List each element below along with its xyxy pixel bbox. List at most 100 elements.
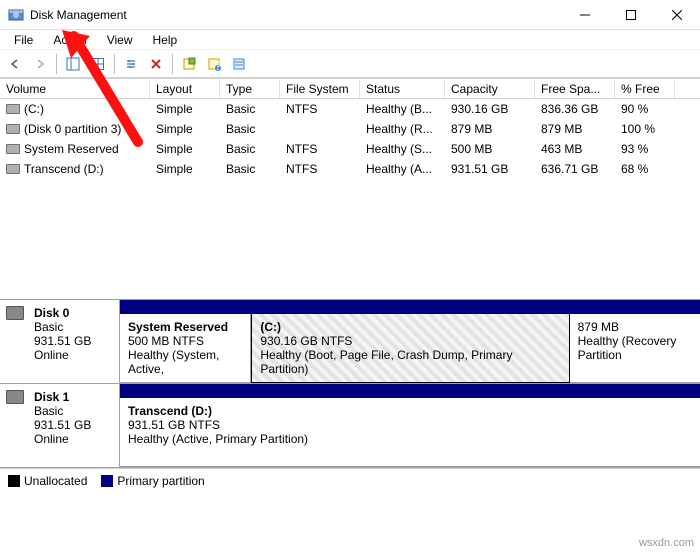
partition-size: 931.51 GB NTFS (128, 418, 692, 432)
disk-header[interactable]: Disk 0 Basic 931.51 GB Online (0, 300, 120, 383)
cell-status: Healthy (B... (360, 101, 445, 117)
partition-status: Healthy (Boot, Page File, Crash Dump, Pr… (260, 348, 560, 376)
show-hide-tree-button[interactable] (62, 53, 84, 75)
col-fs[interactable]: File System (280, 80, 360, 98)
partition-title: System Reserved (128, 320, 242, 334)
legend: Unallocated Primary partition (0, 468, 700, 492)
close-button[interactable] (654, 0, 700, 30)
table-row[interactable]: (C:) Simple Basic NTFS Healthy (B... 930… (0, 99, 700, 119)
cell-capacity: 879 MB (445, 121, 535, 137)
cell-status: Healthy (R... (360, 121, 445, 137)
cell-type: Basic (220, 141, 280, 157)
delete-button[interactable] (145, 53, 167, 75)
partition-title: (C:) (260, 320, 560, 334)
cell-type: Basic (220, 161, 280, 177)
partition-status: Healthy (Recovery Partition (578, 334, 692, 362)
disk-size: 931.51 GB (34, 334, 111, 348)
volume-cell: (C:) (0, 101, 150, 117)
maximize-button[interactable] (608, 0, 654, 30)
titlebar: Disk Management (0, 0, 700, 30)
watermark: wsxdn.com (639, 537, 694, 549)
minimize-button[interactable] (562, 0, 608, 30)
partition[interactable]: (C:) 930.16 GB NTFS Healthy (Boot, Page … (251, 314, 569, 383)
menu-view[interactable]: View (97, 33, 143, 47)
disk-state: Online (34, 432, 111, 446)
cell-layout: Simple (150, 101, 220, 117)
cell-layout: Simple (150, 121, 220, 137)
col-volume[interactable]: Volume (0, 80, 150, 98)
disk-row: Disk 1 Basic 931.51 GB Online Transcend … (0, 384, 700, 468)
legend-unalloc-label: Unallocated (24, 474, 87, 488)
drive-icon (6, 144, 20, 154)
table-row[interactable]: (Disk 0 partition 3) Simple Basic Health… (0, 119, 700, 139)
svg-text:?: ? (215, 59, 221, 71)
menubar: File Action View Help (0, 30, 700, 50)
back-button[interactable] (4, 53, 26, 75)
partition-title: Transcend (D:) (128, 404, 692, 418)
disk-header[interactable]: Disk 1 Basic 931.51 GB Online (0, 384, 120, 467)
drive-icon (6, 124, 20, 134)
table-row[interactable]: System Reserved Simple Basic NTFS Health… (0, 139, 700, 159)
window-controls (562, 0, 700, 30)
cell-type: Basic (220, 121, 280, 137)
cell-fs: NTFS (280, 161, 360, 177)
volume-list: Volume Layout Type File System Status Ca… (0, 78, 700, 179)
col-layout[interactable]: Layout (150, 80, 220, 98)
cell-pfree: 100 % (615, 121, 675, 137)
forward-button[interactable] (29, 53, 51, 75)
cell-free: 836.36 GB (535, 101, 615, 117)
refresh-button[interactable] (87, 53, 109, 75)
volume-name: (Disk 0 partition 3) (24, 122, 121, 136)
cell-free: 463 MB (535, 141, 615, 157)
toolbar-sep (172, 54, 173, 74)
help-button[interactable]: ? (203, 53, 225, 75)
menu-help[interactable]: Help (143, 33, 188, 47)
partition-size: 879 MB (578, 320, 692, 334)
volume-name: (C:) (24, 102, 44, 116)
toolbar-sep (56, 54, 57, 74)
disk-icon (6, 390, 24, 404)
partition-size: 930.16 GB NTFS (260, 334, 560, 348)
disk-graphic-view: Disk 0 Basic 931.51 GB Online System Res… (0, 299, 700, 468)
col-type[interactable]: Type (220, 80, 280, 98)
swatch-black (8, 475, 20, 487)
settings-button[interactable] (120, 53, 142, 75)
disk-type: Basic (34, 404, 111, 418)
cell-layout: Simple (150, 161, 220, 177)
partition-status: Healthy (Active, Primary Partition) (128, 432, 692, 446)
disk-type: Basic (34, 320, 111, 334)
cell-free: 879 MB (535, 121, 615, 137)
col-pfree[interactable]: % Free (615, 80, 675, 98)
partition[interactable]: System Reserved 500 MB NTFS Healthy (Sys… (120, 314, 251, 383)
volume-cell: System Reserved (0, 141, 150, 157)
cell-pfree: 93 % (615, 141, 675, 157)
disk-name: Disk 0 (34, 306, 111, 320)
disk-name: Disk 1 (34, 390, 111, 404)
disk-row: Disk 0 Basic 931.51 GB Online System Res… (0, 300, 700, 384)
legend-primary: Primary partition (101, 474, 204, 488)
swatch-navy (101, 475, 113, 487)
partition-status: Healthy (System, Active, (128, 348, 242, 376)
menu-file[interactable]: File (4, 33, 43, 47)
volume-cell: (Disk 0 partition 3) (0, 121, 150, 137)
col-free[interactable]: Free Spa... (535, 80, 615, 98)
cell-fs (280, 128, 360, 130)
list-button[interactable] (228, 53, 250, 75)
cell-fs: NTFS (280, 141, 360, 157)
table-row[interactable]: Transcend (D:) Simple Basic NTFS Healthy… (0, 159, 700, 179)
cell-pfree: 68 % (615, 161, 675, 177)
app-icon (8, 7, 24, 23)
cell-layout: Simple (150, 141, 220, 157)
drive-icon (6, 104, 20, 114)
partition[interactable]: 879 MB Healthy (Recovery Partition (570, 314, 700, 383)
partition[interactable]: Transcend (D:) 931.51 GB NTFS Healthy (A… (120, 398, 700, 467)
col-status[interactable]: Status (360, 80, 445, 98)
cell-fs: NTFS (280, 101, 360, 117)
menu-action[interactable]: Action (43, 33, 96, 47)
legend-unallocated: Unallocated (8, 474, 87, 488)
color-band (120, 384, 700, 398)
cell-capacity: 931.51 GB (445, 161, 535, 177)
toolbar-sep (114, 54, 115, 74)
properties-button[interactable] (178, 53, 200, 75)
col-capacity[interactable]: Capacity (445, 80, 535, 98)
